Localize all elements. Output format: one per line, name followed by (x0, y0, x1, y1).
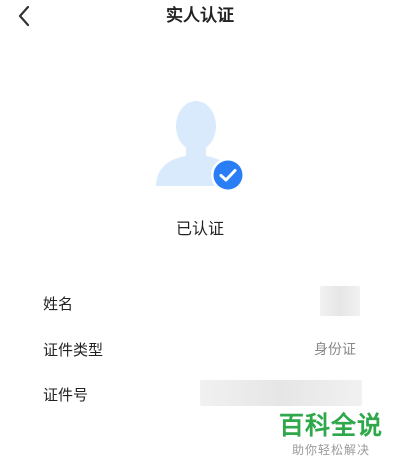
id-number-label: 证件号 (43, 386, 89, 404)
verified-badge (210, 157, 246, 193)
check-circle-icon (211, 158, 245, 192)
watermark: 百科全说 助你轻松解决 (276, 410, 386, 458)
name-value-redacted (320, 286, 360, 316)
name-row: 姓名 (0, 286, 400, 319)
id-type-value: 身份证 (314, 342, 356, 358)
id-type-label: 证件类型 (43, 341, 104, 359)
watermark-title: 百科全说 (278, 411, 383, 440)
navigation-bar: 实人认证 (0, 0, 400, 34)
id-type-row: 证件类型 身份证 (0, 335, 400, 365)
watermark-subtitle: 助你轻松解决 (291, 443, 370, 457)
id-number-value-redacted (200, 380, 362, 406)
id-number-row: 证件号 (0, 380, 400, 410)
name-label: 姓名 (43, 295, 74, 313)
verification-status: 已认证 (175, 219, 224, 238)
page-title: 实人认证 (166, 6, 234, 26)
real-name-auth-page: 实人认证 已认证 姓名 证件类型 身份证 证件号 百科全说 助你轻松解决 (0, 0, 400, 471)
